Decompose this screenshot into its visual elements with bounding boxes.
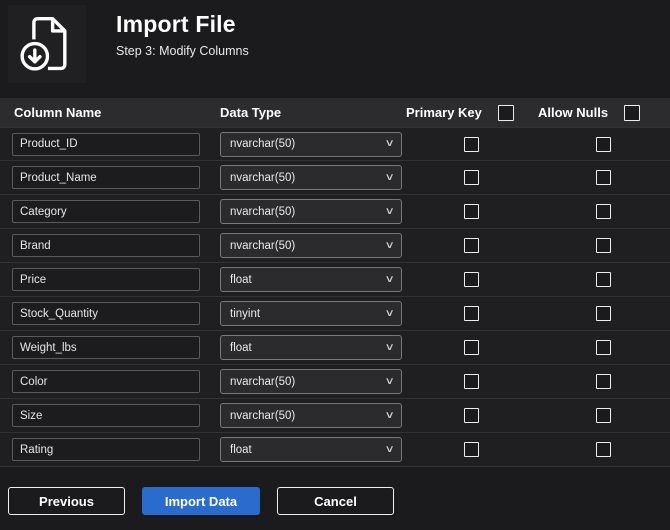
data-type-select[interactable]: float ∨: [220, 437, 402, 462]
page-header: Import File Step 3: Modify Columns: [0, 0, 670, 83]
table-row: nvarchar(50) ∨: [0, 399, 670, 433]
allow-nulls-checkbox[interactable]: [596, 136, 611, 152]
allow-nulls-header: Allow Nulls: [538, 105, 609, 120]
import-data-button[interactable]: Import Data: [142, 487, 260, 515]
data-type-select[interactable]: nvarchar(50) ∨: [220, 131, 402, 157]
allow-nulls-checkbox[interactable]: [596, 238, 611, 253]
allow-nulls-checkbox[interactable]: [596, 374, 611, 389]
primary-key-checkbox[interactable]: [464, 170, 479, 185]
data-type-select[interactable]: nvarchar(50) ∨: [220, 233, 402, 258]
chevron-down-icon: ∨: [384, 341, 395, 353]
primary-key-header: Primary Key: [406, 105, 482, 120]
data-type-select[interactable]: nvarchar(50) ∨: [220, 165, 402, 190]
footer-actions: Previous Import Data Cancel: [0, 467, 670, 515]
allow-nulls-select-all-checkbox[interactable]: [624, 104, 641, 121]
column-name-input[interactable]: [12, 336, 200, 359]
data-type-value: float: [230, 443, 252, 456]
page-subtitle: Step 3: Modify Columns: [116, 44, 249, 58]
allow-nulls-checkbox[interactable]: [596, 204, 611, 219]
column-name-input[interactable]: [12, 370, 200, 393]
column-name-input[interactable]: [12, 234, 200, 257]
column-name-input[interactable]: [12, 438, 200, 461]
data-type-value: nvarchar(50): [230, 205, 296, 218]
data-type-value: nvarchar(50): [230, 375, 296, 388]
import-file-icon: [8, 5, 86, 83]
table-row: float ∨: [0, 263, 670, 297]
chevron-down-icon: ∨: [384, 205, 395, 217]
primary-key-checkbox[interactable]: [464, 408, 479, 423]
page-title: Import File: [116, 11, 236, 37]
allow-nulls-checkbox[interactable]: [596, 408, 611, 423]
primary-key-checkbox[interactable]: [464, 272, 479, 287]
allow-nulls-checkbox[interactable]: [596, 170, 611, 185]
primary-key-checkbox[interactable]: [464, 306, 479, 321]
data-type-select[interactable]: tinyint ∨: [220, 301, 402, 326]
data-type-value: nvarchar(50): [230, 239, 296, 252]
table-body: nvarchar(50) ∨ nvarchar(50) ∨: [0, 127, 670, 467]
data-type-value: nvarchar(50): [230, 409, 296, 422]
primary-key-checkbox[interactable]: [464, 442, 479, 457]
cancel-button[interactable]: Cancel: [277, 487, 394, 515]
data-type-select[interactable]: nvarchar(50) ∨: [220, 369, 402, 394]
allow-nulls-checkbox[interactable]: [596, 340, 611, 355]
table-row: nvarchar(50) ∨: [0, 161, 670, 195]
previous-button[interactable]: Previous: [8, 487, 125, 515]
primary-key-checkbox[interactable]: [464, 204, 479, 219]
primary-key-checkbox[interactable]: [464, 136, 479, 152]
data-type-header: Data Type: [220, 105, 282, 120]
data-type-value: nvarchar(50): [230, 138, 296, 150]
columns-table: Column Name Data Type Primary Key Allow …: [0, 98, 670, 467]
column-name-input[interactable]: [12, 132, 200, 156]
table-row: nvarchar(50) ∨: [0, 195, 670, 229]
table-row: nvarchar(50) ∨: [0, 127, 670, 161]
data-type-value: tinyint: [230, 307, 261, 320]
allow-nulls-checkbox[interactable]: [596, 272, 611, 287]
chevron-down-icon: ∨: [384, 239, 395, 251]
table-row: nvarchar(50) ∨: [0, 365, 670, 399]
table-row: tinyint ∨: [0, 297, 670, 331]
data-type-value: float: [230, 341, 252, 354]
primary-key-checkbox[interactable]: [464, 374, 479, 389]
chevron-down-icon: ∨: [384, 443, 395, 455]
table-header-row: Column Name Data Type Primary Key Allow …: [0, 98, 670, 127]
table-row: float ∨: [0, 433, 670, 467]
chevron-down-icon: ∨: [384, 273, 395, 285]
data-type-value: float: [230, 273, 252, 286]
primary-key-checkbox[interactable]: [464, 340, 479, 355]
chevron-down-icon: ∨: [384, 307, 395, 319]
data-type-value: nvarchar(50): [230, 171, 296, 184]
column-name-input[interactable]: [12, 268, 200, 291]
primary-key-select-all-checkbox[interactable]: [497, 104, 514, 121]
column-name-input[interactable]: [12, 302, 200, 325]
table-row: nvarchar(50) ∨: [0, 229, 670, 263]
column-name-input[interactable]: [12, 404, 200, 427]
chevron-down-icon: ∨: [384, 171, 395, 183]
primary-key-checkbox[interactable]: [464, 238, 479, 253]
column-name-header: Column Name: [14, 105, 102, 120]
allow-nulls-checkbox[interactable]: [596, 442, 611, 457]
chevron-down-icon: ∨: [384, 409, 395, 421]
chevron-down-icon: ∨: [384, 138, 395, 149]
data-type-select[interactable]: nvarchar(50) ∨: [220, 403, 402, 428]
column-name-input[interactable]: [12, 166, 200, 189]
data-type-select[interactable]: float ∨: [220, 267, 402, 292]
data-type-select[interactable]: float ∨: [220, 335, 402, 360]
column-name-input[interactable]: [12, 200, 200, 223]
table-row: float ∨: [0, 331, 670, 365]
allow-nulls-checkbox[interactable]: [596, 306, 611, 321]
chevron-down-icon: ∨: [384, 375, 395, 387]
data-type-select[interactable]: nvarchar(50) ∨: [220, 199, 402, 224]
